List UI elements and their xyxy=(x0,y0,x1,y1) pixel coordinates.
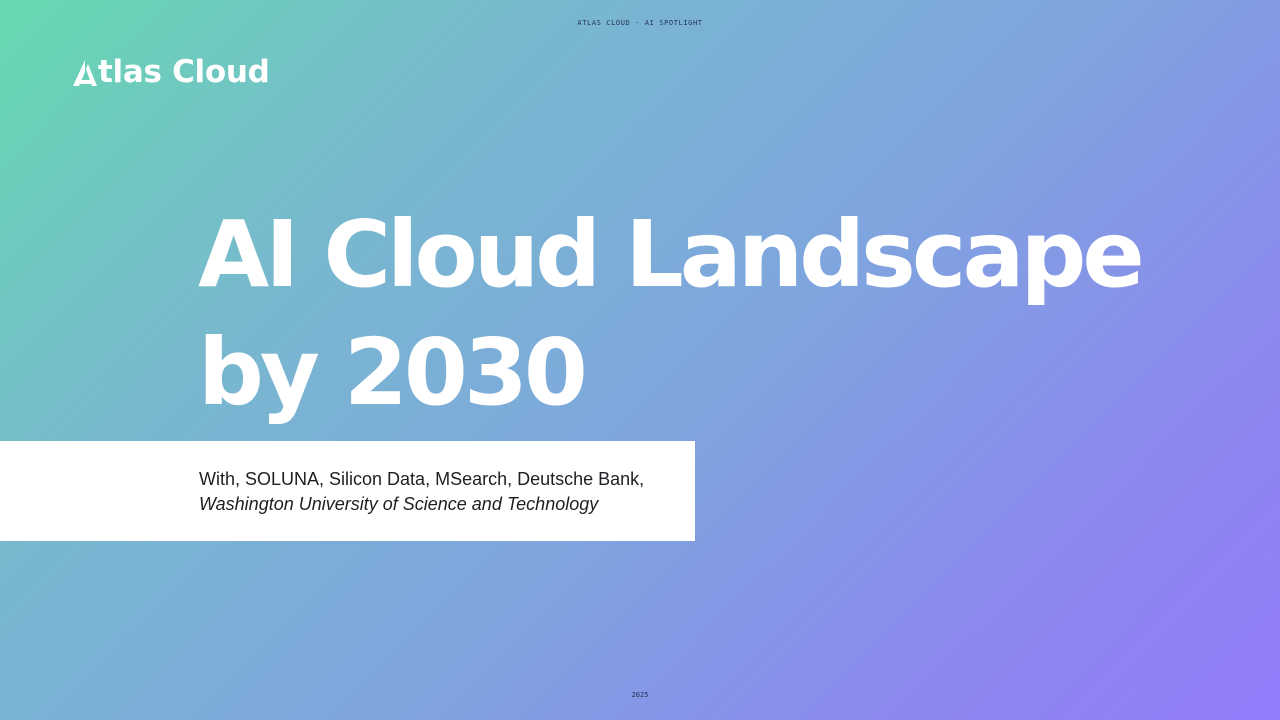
title-line-2: by 2030 xyxy=(198,319,588,426)
page-title: AI Cloud Landscape by 2030 xyxy=(198,196,1145,432)
title-line-1: AI Cloud Landscape xyxy=(198,201,1145,308)
partners-list: With, SOLUNA, Silicon Data, MSearch, Deu… xyxy=(199,469,645,489)
footer-year: 2025 xyxy=(631,691,649,699)
brand-name: tlas Cloud xyxy=(98,54,270,90)
partners-panel: With, SOLUNA, Silicon Data, MSearch, Deu… xyxy=(0,441,695,541)
partners-university: Washington University of Science and Tec… xyxy=(199,494,599,514)
top-label: ATLAS CLOUD - AI SPOTLIGHT xyxy=(577,19,703,27)
brand-logo: tlas Cloud xyxy=(72,52,270,92)
atlas-a-logo-icon xyxy=(73,60,97,86)
